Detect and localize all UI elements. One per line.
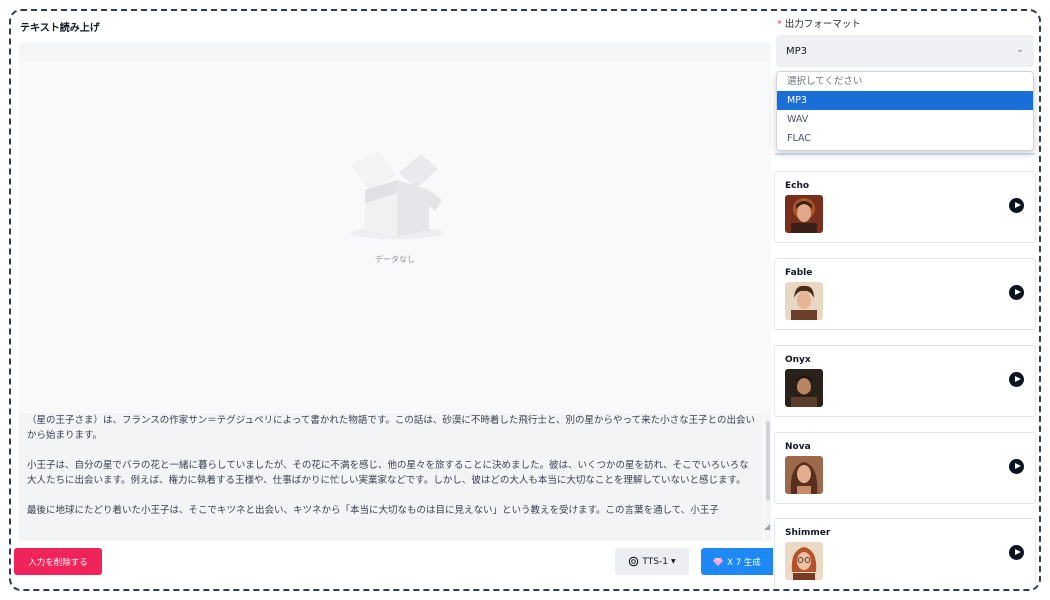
tts-panel: テキスト読み上げ データなし （星の王子さま）は、フランスの作家サン＝テグジュペ…	[9, 9, 1041, 591]
voice-card-onyx[interactable]: Onyx	[774, 345, 1036, 417]
voice-card-echo[interactable]: Echo	[774, 171, 1036, 243]
text-paragraph: （星の王子さま）は、フランスの作家サン＝テグジュペリによって書かれた物語です。こ…	[27, 415, 755, 441]
delete-input-button[interactable]: 入力を削除する	[14, 548, 102, 575]
page-title: テキスト読み上げ	[20, 23, 100, 34]
voice-field-focus-line	[775, 153, 1035, 155]
audio-preview-area: データなし	[19, 61, 771, 413]
format-option-flac[interactable]: FLAC	[777, 129, 1033, 148]
format-label: * 出力フォーマット	[777, 16, 861, 30]
text-paragraph: 最後に地球にたどり着いた小王子は、そこでキツネと出会い、キツネから「本当に大切な…	[27, 505, 719, 516]
generate-button[interactable]: X 7 生成	[701, 548, 773, 575]
play-icon[interactable]	[1009, 459, 1024, 474]
avatar	[785, 542, 823, 580]
voice-name: Shimmer	[785, 528, 831, 538]
format-option-wav[interactable]: WAV	[777, 110, 1033, 129]
voice-card-fable[interactable]: Fable	[774, 258, 1036, 330]
format-dropdown: 選択してください MP3 WAV FLAC	[776, 71, 1034, 151]
voice-name: Onyx	[785, 355, 811, 365]
format-option-placeholder[interactable]: 選択してください	[777, 72, 1033, 91]
play-icon[interactable]	[1009, 372, 1024, 387]
chevron-down-icon: ⌄	[1016, 45, 1024, 55]
generate-label: X 7 生成	[727, 557, 761, 568]
caret-down-icon: ▼	[670, 558, 676, 565]
avatar	[785, 195, 823, 233]
text-scrollbar-thumb[interactable]	[766, 421, 770, 501]
text-paragraph: 小王子は、自分の星でバラの花と一緒に暮らしていましたが、その花に不満を感じ、他の…	[27, 460, 749, 486]
empty-state-text: データなし	[375, 255, 415, 264]
voice-card-shimmer[interactable]: Shimmer	[774, 518, 1036, 589]
avatar	[785, 282, 823, 320]
gem-icon	[713, 557, 724, 566]
model-label: TTS-1	[642, 556, 668, 567]
play-icon[interactable]	[1009, 198, 1024, 213]
format-label-text: 出力フォーマット	[784, 19, 861, 30]
model-select-button[interactable]: TTS-1 ▼	[615, 548, 689, 575]
avatar	[785, 369, 823, 407]
preview-header-band	[19, 43, 771, 61]
format-selected-value: MP3	[786, 45, 808, 57]
voice-name: Nova	[785, 442, 811, 452]
required-mark: *	[777, 19, 782, 30]
text-input-area[interactable]: （星の王子さま）は、フランスの作家サン＝テグジュペリによって書かれた物語です。こ…	[19, 413, 763, 541]
voice-card-nova[interactable]: Nova	[774, 432, 1036, 504]
avatar	[785, 456, 823, 494]
play-icon[interactable]	[1009, 285, 1024, 300]
format-option-mp3[interactable]: MP3	[777, 91, 1033, 110]
resize-handle-icon[interactable]: ◢	[764, 522, 773, 531]
empty-box-icon	[351, 152, 443, 239]
voice-name: Echo	[785, 181, 810, 191]
play-icon[interactable]	[1009, 545, 1024, 560]
format-select[interactable]: MP3 ⌄	[776, 35, 1034, 67]
openai-icon	[629, 556, 639, 567]
voice-name: Fable	[785, 268, 813, 278]
